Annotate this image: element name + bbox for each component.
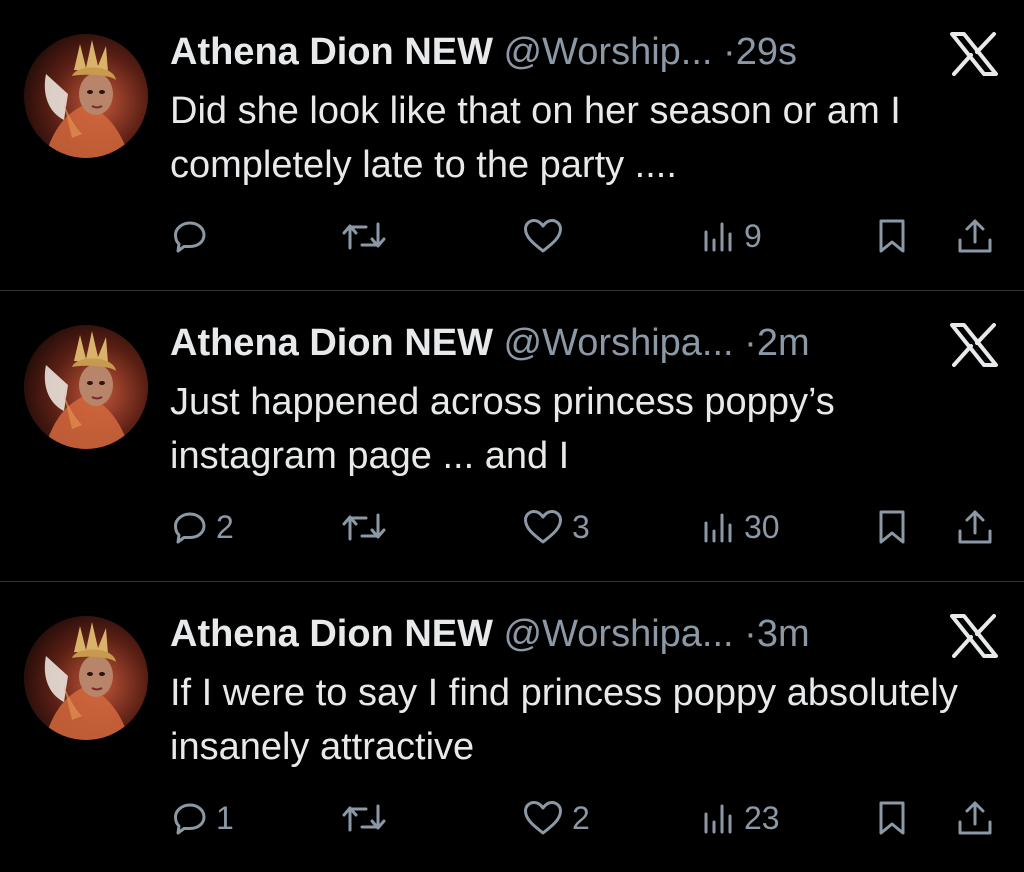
user-handle[interactable]: @Worship... [504,31,713,73]
separator-dot: · [744,322,757,364]
action-bar: 2 3 30 [0,503,1024,551]
share-icon [958,510,992,544]
views-button[interactable]: 23 [700,794,780,842]
user-handle[interactable]: @Worshipa... [504,322,734,364]
views-button[interactable]: 9 [700,212,762,260]
like-button[interactable] [522,212,572,260]
share-button[interactable] [955,794,995,842]
separator-dot: · [744,613,757,655]
x-logo-icon [950,323,998,367]
tweet-header: Athena Dion NEW @Worshipa... ·3m [170,610,810,658]
bookmark-button[interactable] [874,212,910,260]
share-icon [958,801,992,835]
action-bar: 9 [0,212,1024,260]
x-logo-icon [950,32,998,76]
retweet-icon [342,222,386,250]
share-icon [958,219,992,253]
like-count: 2 [572,799,590,836]
views-icon [704,513,732,543]
tweet-text: Just happened across princess poppy’s in… [170,381,835,477]
avatar[interactable] [24,34,148,158]
views-count: 23 [744,799,780,836]
like-icon [524,219,562,253]
tweet[interactable]: Athena Dion NEW @Worship... ·29s Did she… [0,0,1024,290]
display-name[interactable]: Athena Dion NEW [170,322,493,364]
reply-count: 2 [216,508,234,545]
retweet-icon [342,513,386,541]
share-button[interactable] [955,503,995,551]
action-bar: 1 2 23 [0,794,1024,842]
like-icon [524,510,562,544]
timestamp[interactable]: 3m [757,613,810,655]
tweet-feed: Athena Dion NEW @Worship... ·29s Did she… [0,0,1024,872]
views-count: 30 [744,508,780,545]
tweet-text: If I were to say I find princess poppy a… [170,672,958,768]
user-handle[interactable]: @Worshipa... [504,613,734,655]
like-count: 3 [572,508,590,545]
views-icon [704,222,732,252]
share-button[interactable] [955,212,995,260]
avatar[interactable] [24,325,148,449]
like-button[interactable]: 3 [522,503,590,551]
tweet-header: Athena Dion NEW @Worshipa... ·2m [170,319,810,367]
timestamp[interactable]: 29s [736,31,797,73]
retweet-button[interactable] [340,503,396,551]
retweet-button[interactable] [340,212,396,260]
tweet[interactable]: Athena Dion NEW @Worshipa... ·3m If I we… [0,582,1024,872]
tweet-header: Athena Dion NEW @Worship... ·29s [170,28,797,76]
display-name[interactable]: Athena Dion NEW [170,31,493,73]
avatar[interactable] [24,616,148,740]
bookmark-button[interactable] [874,503,910,551]
bookmark-icon [879,801,905,835]
tweet-text: Did she look like that on her season or … [170,90,901,186]
bookmark-icon [879,219,905,253]
x-logo-icon [950,614,998,658]
retweet-icon [342,804,386,832]
bookmark-button[interactable] [874,794,910,842]
display-name[interactable]: Athena Dion NEW [170,613,493,655]
tweet[interactable]: Athena Dion NEW @Worshipa... ·2m Just ha… [0,291,1024,581]
bookmark-icon [879,510,905,544]
like-button[interactable]: 2 [522,794,590,842]
views-button[interactable]: 30 [700,503,780,551]
like-icon [524,801,562,835]
retweet-button[interactable] [340,794,396,842]
separator-dot: · [723,31,736,73]
views-icon [704,804,732,834]
reply-icon [174,803,206,835]
reply-icon [174,221,206,253]
reply-button[interactable]: 1 [172,794,234,842]
reply-button[interactable] [172,212,216,260]
views-count: 9 [744,217,762,254]
timestamp[interactable]: 2m [757,322,810,364]
reply-count: 1 [216,799,234,836]
reply-button[interactable]: 2 [172,503,234,551]
reply-icon [174,512,206,544]
